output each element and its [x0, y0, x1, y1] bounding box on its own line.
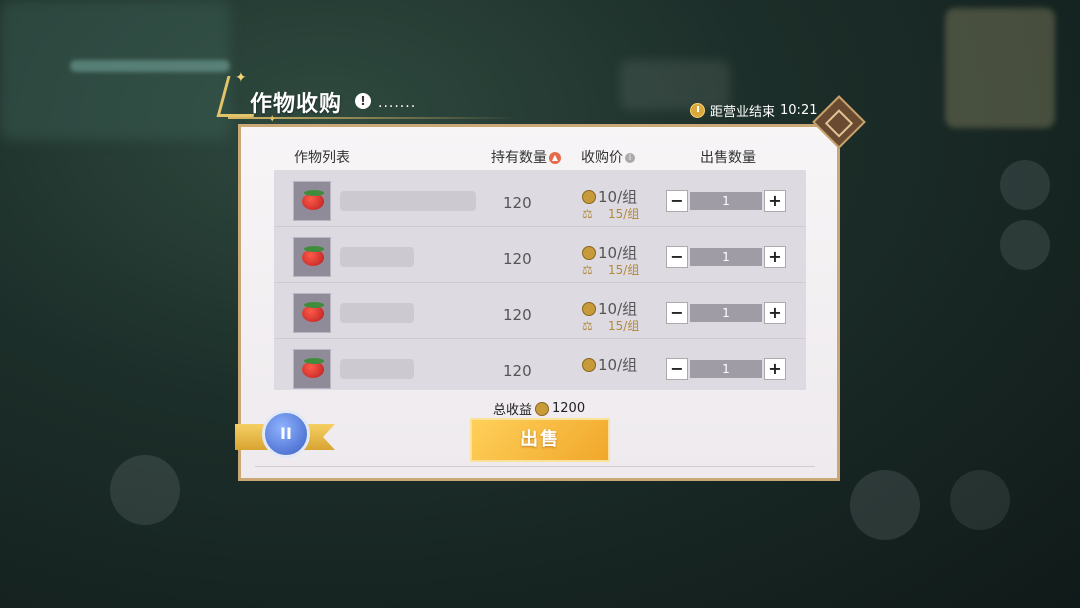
minus-button[interactable]: − [666, 358, 688, 380]
crop-name-redacted [340, 303, 414, 323]
rank-badge: II [262, 410, 310, 458]
sell-quantity-input[interactable]: 1 [690, 248, 762, 266]
quantity-stepper: − 1 + [666, 302, 786, 324]
purchase-price: 10/组 [582, 354, 637, 375]
sell-button[interactable]: 出售 [470, 418, 610, 462]
title-dots: ....... [378, 95, 417, 111]
plus-button[interactable]: + [764, 246, 786, 268]
column-header-price: 收购价 i [581, 147, 635, 167]
held-quantity: 120 [503, 250, 532, 268]
action-button[interactable] [850, 470, 920, 540]
total-label: 总收益 [493, 403, 533, 418]
purchase-price: 10/组 [582, 242, 637, 263]
action-button-2[interactable] [950, 470, 1010, 530]
plus-button[interactable]: + [764, 358, 786, 380]
sell-quantity-input[interactable]: 1 [690, 360, 762, 378]
total-earnings: 总收益 1200 [493, 399, 585, 418]
tomato-icon [293, 293, 331, 333]
table-row: 120 10/组 − 1 + [274, 338, 806, 390]
price-value: 10/组 [598, 300, 638, 318]
reference-price-value: 15/组 [608, 263, 640, 277]
minus-button[interactable]: − [666, 190, 688, 212]
plus-button[interactable]: + [764, 302, 786, 324]
quantity-stepper: − 1 + [666, 246, 786, 268]
sell-quantity-input[interactable]: 1 [690, 192, 762, 210]
reference-price: ⚖ 15/组 [582, 205, 639, 222]
info-icon[interactable]: ! [355, 93, 371, 109]
tomato-icon [293, 237, 331, 277]
coin-icon [582, 189, 596, 204]
table-row: 120 10/组 ⚖ 15/组 − 1 + [274, 282, 806, 339]
reference-price-value: 15/组 [608, 207, 640, 221]
timer-value: 10:21 [780, 103, 818, 118]
coin-icon [582, 357, 596, 372]
side-button-2[interactable] [1000, 220, 1050, 270]
purchase-price: 10/组 [582, 186, 637, 207]
reference-price: ⚖ 15/组 [582, 261, 639, 278]
scale-icon: ⚖ [582, 318, 593, 333]
column-header-crop-list: 作物列表 [294, 150, 350, 166]
scale-icon: ⚖ [582, 262, 593, 277]
minimap[interactable] [945, 8, 1055, 128]
held-quantity: 120 [503, 362, 532, 380]
reference-price: ⚖ 15/组 [582, 317, 639, 334]
coin-icon [582, 245, 596, 260]
crop-name-redacted [340, 191, 476, 211]
minus-button[interactable]: − [666, 302, 688, 324]
clock-icon [690, 103, 705, 118]
panel-ruler [255, 466, 815, 467]
purchase-price: 10/组 [582, 298, 637, 319]
plus-button[interactable]: + [764, 190, 786, 212]
table-row: 120 10/组 ⚖ 15/组 − 1 + [274, 170, 806, 227]
sell-quantity-input[interactable]: 1 [690, 304, 762, 322]
scale-icon: ⚖ [582, 206, 593, 221]
crop-name-redacted [340, 247, 414, 267]
side-button-1[interactable] [1000, 160, 1050, 210]
minus-button[interactable]: − [666, 246, 688, 268]
dialog-title: 作物收购 [250, 92, 343, 117]
star-icon: ✦ [235, 70, 247, 86]
crop-name-redacted [340, 359, 414, 379]
column-header-price-label: 收购价 [581, 150, 623, 166]
business-timer: 距营业结束 10:21 [690, 101, 817, 120]
timer-label: 距营业结束 [710, 105, 776, 120]
quantity-stepper: − 1 + [666, 358, 786, 380]
price-value: 10/组 [598, 188, 638, 206]
table-row: 120 10/组 ⚖ 15/组 − 1 + [274, 226, 806, 283]
info-icon[interactable]: i [625, 153, 635, 163]
total-value: 1200 [552, 401, 586, 416]
coin-icon [582, 301, 596, 316]
held-quantity: 120 [503, 194, 532, 212]
tomato-icon [293, 349, 331, 389]
tomato-icon [293, 181, 331, 221]
reference-price-value: 15/组 [608, 319, 640, 333]
column-header-sell-quantity: 出售数量 [700, 150, 756, 166]
column-header-quantity[interactable]: 持有数量 ▲ [491, 147, 561, 167]
crop-list[interactable]: 120 10/组 ⚖ 15/组 − 1 + 120 10/组 ⚖ 15/组 − 1 … [274, 170, 806, 390]
column-header-quantity-label: 持有数量 [491, 150, 547, 166]
coin-icon [535, 401, 550, 416]
price-value: 10/组 [598, 244, 638, 262]
sort-icon[interactable]: ▲ [549, 152, 561, 164]
background-bar [70, 60, 230, 72]
joystick[interactable] [110, 455, 180, 525]
quantity-stepper: − 1 + [666, 190, 786, 212]
held-quantity: 120 [503, 306, 532, 324]
price-value: 10/组 [598, 356, 638, 374]
